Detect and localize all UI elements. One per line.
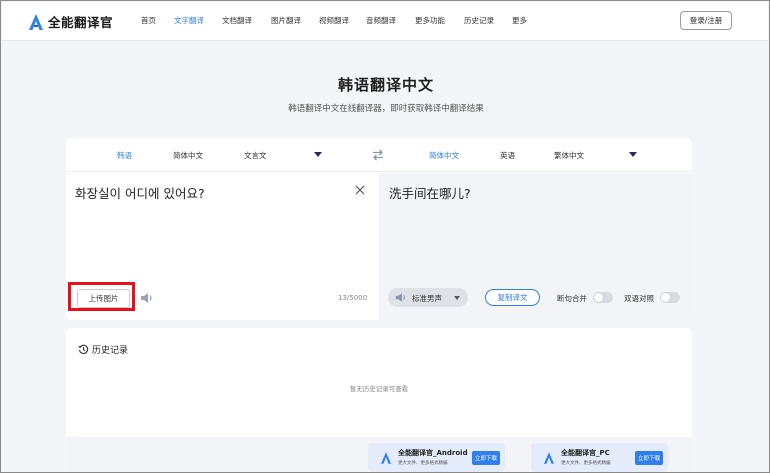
voice-select[interactable]: 标准男声 (388, 288, 468, 307)
translated-text: 洗手间在哪儿? (389, 186, 471, 201)
download-strip: 全能翻译官_Android 更大文件、更多格式精编 立即下载 全能翻译官_PC … (66, 437, 692, 472)
nav-item-more-features[interactable]: 更多功能 (415, 15, 445, 26)
download-android-name: 全能翻译官_Android (398, 449, 468, 457)
language-bar: 韩语 简体中文 文言文 简体中文 英语 繁体中文 (66, 138, 692, 172)
target-lang-dropdown-icon[interactable] (629, 152, 637, 157)
character-count: 13/5000 (338, 294, 368, 302)
brand-name: 全能翻译官 (48, 15, 114, 30)
nav-item-video-translate[interactable]: 视频翻译 (319, 15, 349, 26)
merge-sentences-label: 断句合并 (557, 294, 587, 303)
voice-speaker-icon[interactable] (395, 292, 407, 303)
download-pc-name: 全能翻译官_PC (561, 449, 610, 457)
bilingual-compare-toggle[interactable] (660, 292, 680, 303)
nav-item-more[interactable]: 更多 (512, 15, 527, 26)
brand-a-icon (29, 13, 43, 30)
top-navbar: 全能翻译官 首页 文字翻译 文档翻译 图片翻译 视频翻译 音频翻译 更多功能 历… (2, 2, 768, 41)
page-subtitle: 韩语翻译中文在线翻译器，即时获取韩译中翻译结果 (288, 104, 484, 114)
download-card-android: 全能翻译官_Android 更大文件、更多格式精编 立即下载 (368, 443, 505, 472)
bilingual-compare-label: 双语对照 (624, 294, 654, 303)
download-android-desc: 更大文件、更多格式精编 (398, 461, 448, 466)
brand-a-icon (544, 452, 554, 464)
merge-sentences-toggle[interactable] (593, 292, 613, 303)
brand-a-icon (381, 452, 391, 464)
history-title: 历史记录 (78, 343, 128, 356)
target-lang-traditional-chinese[interactable]: 繁体中文 (554, 150, 584, 161)
toggle-knob (594, 293, 603, 302)
chevron-down-icon (454, 296, 460, 300)
source-lang-korean[interactable]: 韩语 (117, 150, 132, 161)
nav-item-history[interactable]: 历史记录 (464, 15, 494, 26)
voice-select-label: 标准男声 (412, 294, 442, 303)
app-window: 全能翻译官 首页 文字翻译 文档翻译 图片翻译 视频翻译 音频翻译 更多功能 历… (0, 0, 770, 473)
source-lang-dropdown-icon[interactable] (314, 152, 322, 157)
login-register-button[interactable]: 登录/注册 (680, 11, 732, 30)
source-text-input[interactable]: 화장실이 어디에 있어요? (75, 183, 205, 202)
copy-translation-button[interactable]: 复制译文 (485, 289, 540, 306)
page-title: 韩语翻译中文 (337, 76, 434, 94)
nav-item-image-translate[interactable]: 图片翻译 (271, 15, 301, 26)
clear-icon[interactable] (355, 185, 365, 195)
brand-logo[interactable]: 全能翻译官 (29, 12, 113, 31)
nav-item-doc-translate[interactable]: 文档翻译 (222, 15, 252, 26)
source-lang-simplified-chinese[interactable]: 简体中文 (173, 150, 203, 161)
download-pc-button[interactable]: 立即下载 (635, 451, 663, 465)
source-lang-classical-chinese[interactable]: 文言文 (244, 150, 267, 161)
source-speaker-icon[interactable] (140, 292, 154, 304)
history-clock-icon (78, 344, 89, 354)
download-android-button[interactable]: 立即下载 (472, 451, 500, 465)
nav-item-text-translate[interactable]: 文字翻译 (174, 15, 204, 26)
target-lang-english[interactable]: 英语 (500, 150, 515, 161)
nav-item-audio-translate[interactable]: 音频翻译 (366, 15, 396, 26)
translator-card: 韩语 简体中文 文言文 简体中文 英语 繁体中文 화장실이 어디에 있어요? 上… (66, 138, 692, 320)
upload-highlight-box (68, 282, 135, 311)
target-pane: 洗手间在哪儿? 标准男声 复制译文 断句合并 双语对照 (379, 173, 692, 320)
history-title-label: 历史记录 (92, 346, 129, 356)
swap-languages-icon[interactable] (371, 148, 385, 162)
history-panel: 历史记录 暂无历史记录可查看 全能翻译官_Android 更大文件、更多格式精编… (66, 328, 692, 472)
nav-item-home[interactable]: 首页 (141, 15, 156, 26)
download-pc-desc: 更大文件、更多格式精编 (561, 461, 611, 466)
history-empty-message: 暂无历史记录可查看 (349, 385, 409, 393)
download-card-pc: 全能翻译官_PC 更大文件、更多格式精编 立即下载 (531, 443, 668, 472)
target-lang-simplified-chinese[interactable]: 简体中文 (429, 150, 459, 161)
toggle-knob (661, 293, 670, 302)
